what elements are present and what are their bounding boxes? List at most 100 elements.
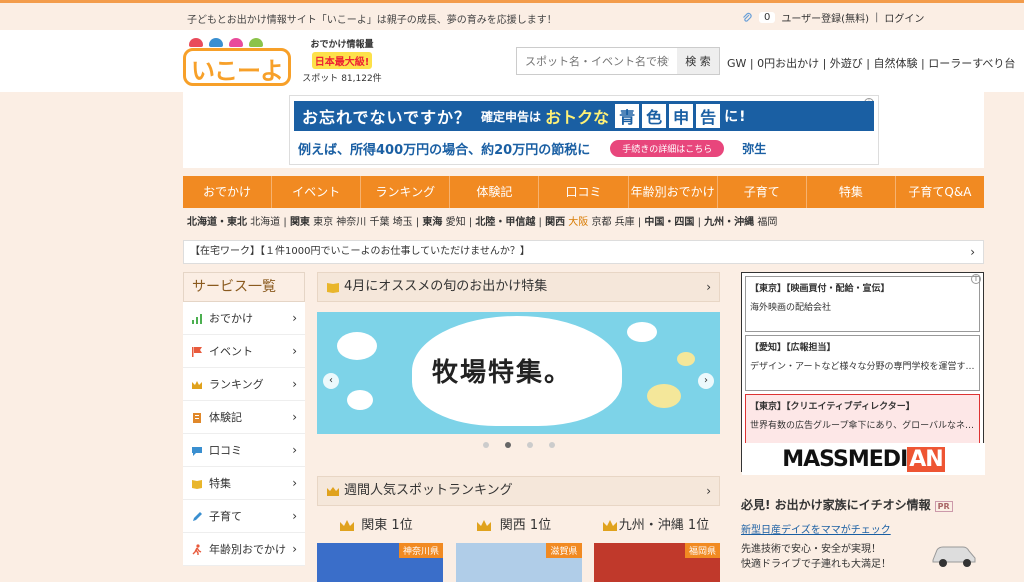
rank-image[interactable]: 神奈川県 bbox=[317, 543, 443, 582]
region-link[interactable]: 福岡 bbox=[757, 217, 777, 228]
rank-image[interactable]: 福岡県 bbox=[594, 543, 720, 582]
ad-cta-button[interactable]: 手続きの詳細はこちら bbox=[610, 139, 725, 157]
bar-chart-icon bbox=[192, 314, 202, 324]
carousel-dot[interactable] bbox=[548, 442, 555, 448]
job-desc: 海外映画の配給会社 bbox=[750, 303, 832, 313]
ad-blocks: 青 色 申 告 bbox=[615, 104, 721, 128]
main-nav: おでかけ イベント ランキング 体験記 口コミ 年齢別おでかけ 子育て 特集 子… bbox=[183, 176, 984, 208]
carousel-prev-button[interactable]: ‹ bbox=[323, 373, 339, 389]
note-icon bbox=[193, 413, 201, 423]
login-link[interactable]: ログイン bbox=[884, 10, 924, 25]
chevron-right-icon: › bbox=[970, 245, 975, 259]
chevron-right-icon: › bbox=[292, 443, 297, 457]
sidebar-item-taikenki[interactable]: 体験記 › bbox=[183, 401, 305, 434]
region-link[interactable]: 北海道 bbox=[250, 217, 280, 228]
job-listing-highlighted[interactable]: 【東京】【クリエイティブディレクター】 世界有数の広告グループ傘下にあり、グロー… bbox=[745, 394, 980, 450]
sidebar-item-ranking[interactable]: ランキング › bbox=[183, 368, 305, 401]
ad-headline: お忘れでないですか？ bbox=[302, 108, 472, 127]
nav-ranking[interactable]: ランキング bbox=[361, 176, 451, 208]
logo-text: MASSMEDI bbox=[782, 446, 908, 472]
region-link[interactable]: 京都 兵庫 bbox=[591, 217, 634, 228]
region-link-osaka[interactable]: 大阪 bbox=[568, 217, 588, 228]
sidebar-item-age[interactable]: 年齢別おでかけ › bbox=[183, 533, 305, 566]
nav-kuchikomi[interactable]: 口コミ bbox=[539, 176, 629, 208]
region-link[interactable]: 愛知 bbox=[446, 217, 466, 228]
car-image[interactable] bbox=[929, 542, 979, 568]
separator: | bbox=[538, 217, 542, 228]
sidebar-item-event[interactable]: イベント › bbox=[183, 335, 305, 368]
job-listing[interactable]: 【東京】【映画買付・配給・宣伝】 海外映画の配給会社 bbox=[745, 276, 980, 332]
carousel-dot[interactable] bbox=[526, 442, 533, 448]
sidebar-item-label: 体験記 bbox=[209, 411, 242, 424]
sidebar-item-odekake[interactable]: おでかけ › bbox=[183, 302, 305, 335]
carousel-dot[interactable] bbox=[482, 442, 489, 448]
nav-tokushu[interactable]: 特集 bbox=[807, 176, 896, 208]
info-link[interactable]: 新型日産デイズをママがチェック bbox=[741, 521, 984, 536]
rank-image[interactable]: 滋賀県 bbox=[455, 543, 582, 582]
pref-badge: 滋賀県 bbox=[546, 543, 582, 558]
nav-age[interactable]: 年齢別おでかけ bbox=[629, 176, 718, 208]
carousel-dots bbox=[317, 442, 720, 452]
paperclip-icon[interactable] bbox=[741, 12, 753, 24]
sidebar-item-kosodate[interactable]: 子育て › bbox=[183, 500, 305, 533]
search-button[interactable]: 検 索 bbox=[677, 48, 719, 74]
crown-icon bbox=[340, 520, 354, 531]
job-listing[interactable]: 【愛知】【広報担当】 デザイン・アートなど様々な分野の専門学校を運営す… bbox=[745, 335, 980, 391]
chat-bubble-icon bbox=[192, 447, 202, 456]
sidebar: サービス一覧 おでかけ › イベント › ランキング › 体験記 › 口コミ ›… bbox=[183, 272, 305, 582]
region-kanto[interactable]: 関東 bbox=[290, 217, 310, 228]
rank-label: 関西 1位 bbox=[499, 518, 552, 533]
carousel-next-button[interactable]: › bbox=[698, 373, 714, 389]
sidebar-item-kuchikomi[interactable]: 口コミ › bbox=[183, 434, 305, 467]
running-child-icon bbox=[192, 544, 202, 555]
region-link[interactable]: 東京 神奈川 千葉 埼玉 bbox=[313, 217, 413, 228]
crown-icon bbox=[603, 520, 617, 531]
nav-qa[interactable]: 子育てQ&A bbox=[896, 176, 984, 208]
chicken-illustration bbox=[347, 390, 373, 410]
feature-header[interactable]: 4月にオススメの旬のお出かけ特集 › bbox=[317, 272, 720, 302]
crown-icon bbox=[327, 487, 339, 496]
pr-badge: PR bbox=[934, 501, 953, 512]
job-title: 【東京】【クリエイティブディレクター】 bbox=[750, 402, 915, 412]
book-icon bbox=[192, 480, 202, 489]
carousel-dot-active[interactable] bbox=[504, 442, 511, 448]
feature-carousel[interactable]: 牧場特集。 ‹ › bbox=[317, 312, 720, 434]
region-hokkaido-tohoku[interactable]: 北海道・東北 bbox=[187, 217, 247, 228]
sidebar-item-tokushu[interactable]: 特集 › bbox=[183, 467, 305, 500]
sheep-illustration bbox=[647, 384, 681, 408]
site-logo[interactable]: いこーよ bbox=[183, 38, 293, 86]
ad-highlight: おトクな bbox=[545, 108, 610, 127]
rank-kanto[interactable]: 関東 1位 神奈川県 bbox=[317, 516, 443, 582]
notice-bar[interactable]: 【在宅ワーク】【１件1000円でいこーよのお仕事していただけませんか？】 › bbox=[183, 240, 984, 264]
rank-kansai[interactable]: 関西 1位 滋賀県 bbox=[455, 516, 582, 582]
region-tokai[interactable]: 東海 bbox=[422, 217, 442, 228]
region-hokuriku[interactable]: 北陸・甲信越 bbox=[475, 217, 535, 228]
register-link[interactable]: ユーザー登録(無料) bbox=[781, 10, 869, 25]
ranking-header[interactable]: 週間人気スポットランキング › bbox=[317, 476, 720, 506]
search-input[interactable] bbox=[517, 48, 677, 74]
logo-text: いこーよ bbox=[191, 57, 284, 85]
nav-kosodate[interactable]: 子育て bbox=[718, 176, 807, 208]
massmedian-logo[interactable]: MASSMEDI AN bbox=[742, 443, 985, 475]
rank-kyushu[interactable]: 九州・沖縄 1位 福岡県 bbox=[594, 516, 720, 582]
quick-links[interactable]: GW | 0円お出かけ | 外遊び | 自然体験 | ローラーすべり台 bbox=[727, 55, 1015, 71]
region-kansai[interactable]: 関西 bbox=[545, 217, 565, 228]
region-kyushu[interactable]: 九州・沖縄 bbox=[704, 217, 754, 228]
region-chugoku-shikoku[interactable]: 中国・四国 bbox=[644, 217, 694, 228]
nav-event[interactable]: イベント bbox=[272, 176, 362, 208]
separator: | bbox=[415, 217, 420, 228]
ad-brand: 弥生 bbox=[742, 141, 767, 156]
chevron-right-icon: › bbox=[292, 410, 297, 424]
site-tagline: 子どもとお出かけ情報サイト「いこーよ」は親子の成長、夢の育みを応援します！ bbox=[187, 15, 557, 26]
chevron-right-icon: › bbox=[706, 280, 711, 294]
nav-taikenki[interactable]: 体験記 bbox=[450, 176, 540, 208]
chevron-right-icon: › bbox=[292, 311, 297, 325]
header: いこーよ おでかけ情報量 日本最大級! スポット 81,122件 検 索 GW … bbox=[0, 30, 1024, 92]
job-title: 【東京】【映画買付・配給・宣伝】 bbox=[750, 284, 890, 294]
chevron-right-icon: › bbox=[706, 484, 711, 498]
ad-banner[interactable]: i お忘れでないですか？ 確定申告は おトクな 青 色 申 告 に! 例えば、所… bbox=[289, 95, 879, 165]
ad-info-icon[interactable]: i bbox=[971, 274, 981, 284]
nav-odekake[interactable]: おでかけ bbox=[183, 176, 273, 208]
sidebar-item-label: 口コミ bbox=[209, 444, 242, 457]
sidebar-item-label: ランキング bbox=[209, 378, 264, 391]
